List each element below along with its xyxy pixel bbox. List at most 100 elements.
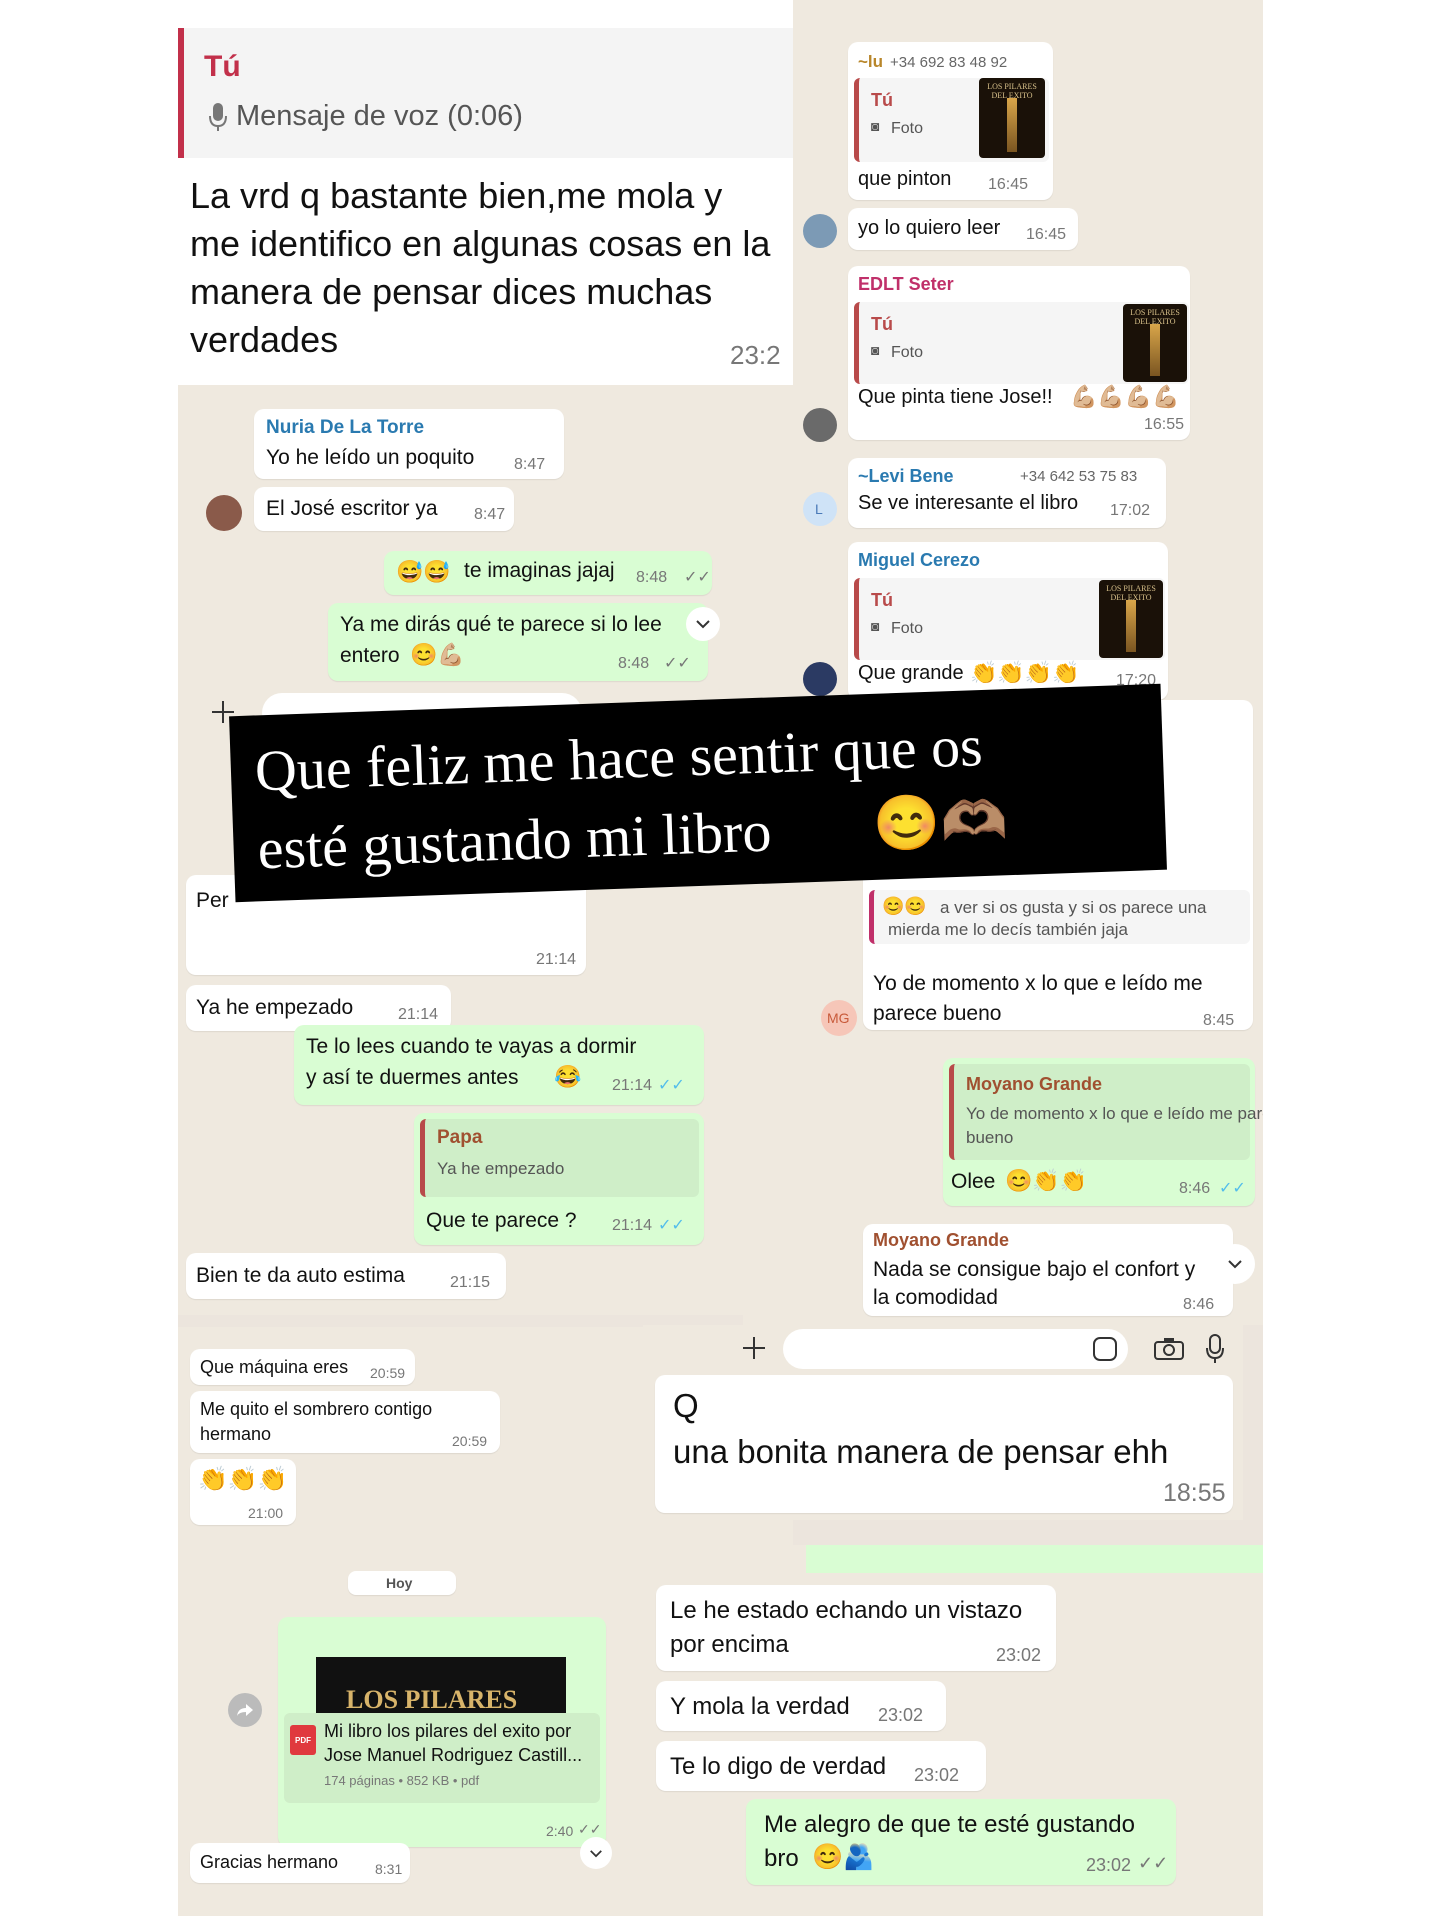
message-bubble[interactable]: ~Levi Bene +34 642 53 75 83 Se ve intere… bbox=[848, 458, 1166, 528]
message-text: Y mola la verdad bbox=[670, 1693, 850, 1720]
plus-icon[interactable] bbox=[739, 1333, 769, 1363]
quote-sender: Tú bbox=[871, 314, 893, 334]
microphone-icon[interactable] bbox=[1203, 1333, 1227, 1365]
message-time: 21:15 bbox=[450, 1274, 491, 1291]
message-text: El José escritor ya bbox=[266, 497, 438, 520]
message-bubble[interactable]: Bien te da auto estima 21:15 bbox=[186, 1253, 506, 1299]
quote-type: Foto bbox=[891, 344, 924, 361]
message-bubble[interactable]: yo lo quiero leer 16:45 bbox=[848, 208, 1078, 250]
book-thumbnail: LOS PILARES DEL EXITO bbox=[1123, 304, 1187, 382]
avatar bbox=[803, 662, 837, 696]
message-text: por encima bbox=[670, 1631, 789, 1658]
message-time: 17:02 bbox=[1110, 502, 1151, 519]
reply-quote: Tú Foto ◙ LOS PILARES DEL EXITO bbox=[854, 302, 1189, 384]
message-text: yo lo quiero leer bbox=[858, 217, 1001, 239]
message-text: parece bueno bbox=[873, 1002, 1002, 1025]
message-bubble[interactable]: 👏👏👏 21:00 bbox=[190, 1459, 296, 1525]
sender-name: EDLT Seter bbox=[858, 274, 954, 294]
read-ticks-icon: ✓✓ bbox=[684, 569, 711, 586]
chevron-down-icon[interactable] bbox=[580, 1837, 612, 1869]
message-bubble[interactable]: Y mola la verdad 23:02 bbox=[656, 1681, 946, 1731]
message-text: y así te duermes antes bbox=[306, 1066, 519, 1089]
reply-quote[interactable]: Tú Mensaje de voz (0:06) bbox=[178, 28, 793, 158]
message-time: 20:59 bbox=[452, 1433, 488, 1449]
message-time: 23:02 bbox=[1086, 1855, 1132, 1875]
read-ticks-icon: ✓✓ bbox=[578, 1821, 602, 1837]
read-ticks-icon: ✓✓ bbox=[658, 1217, 685, 1234]
message-time: 21:14 bbox=[612, 1217, 653, 1234]
message-time: 23:02 bbox=[878, 1705, 924, 1725]
forward-icon[interactable] bbox=[228, 1693, 262, 1727]
right-chat-4: Le he estado echando un vistazo por enci… bbox=[626, 1545, 1263, 1916]
message-bubble[interactable]: Miguel Cerezo Tú Foto ◙ LOS PILARES DEL … bbox=[848, 542, 1168, 700]
avatar bbox=[206, 495, 242, 531]
book-thumbnail: LOS PILARES DEL EXITO bbox=[979, 78, 1045, 158]
message-bubble[interactable]: Nuria De La Torre Yo he leído un poquito… bbox=[254, 409, 564, 479]
sender-name: Nuria De La Torre bbox=[266, 417, 425, 438]
message-bubble[interactable]: Le he estado echando un vistazo por enci… bbox=[656, 1585, 1056, 1671]
message-bubble[interactable]: Que máquina eres 20:59 bbox=[190, 1349, 415, 1385]
message-line: me identifico en algunas cosas en la bbox=[190, 223, 771, 264]
message-bubble[interactable]: Me alegro de que te esté gustando bro 😊🫂… bbox=[746, 1799, 1176, 1885]
message-bubble[interactable]: Me quito el sombrero contigo hermano 20:… bbox=[190, 1391, 500, 1453]
quote-type: Foto bbox=[891, 620, 924, 637]
message-bubble[interactable]: EDLT Seter Tú Foto ◙ LOS PILARES DEL EXI… bbox=[848, 266, 1190, 440]
sender-name: Moyano Grande bbox=[873, 1230, 1010, 1250]
thumbnail-caption: LOS PILARES DEL EXITO bbox=[987, 82, 1037, 100]
reply-quote: Tú Foto ◙ LOS PILARES DEL EXITO bbox=[854, 578, 1165, 660]
camera-icon[interactable] bbox=[1151, 1335, 1187, 1363]
caption-overlay: Que feliz me hace sentir que os esté gus… bbox=[229, 683, 1167, 903]
avatar bbox=[803, 214, 837, 248]
message-bubble[interactable]: Papa Ya he empezado Que te parece ? 21:1… bbox=[414, 1113, 704, 1245]
message-bubble[interactable]: Te lo lees cuando te vayas a dormir y as… bbox=[294, 1025, 704, 1105]
message-text: una bonita manera de pensar ehh bbox=[673, 1433, 1169, 1470]
message-bubble[interactable]: Q una bonita manera de pensar ehh 18:55 bbox=[655, 1375, 1233, 1513]
quote-text: Ya he empezado bbox=[437, 1159, 565, 1178]
message-time: 2:40 bbox=[546, 1823, 574, 1839]
sticker-icon[interactable] bbox=[1093, 1337, 1117, 1361]
emoji: 👏👏👏👏 bbox=[970, 660, 1080, 685]
message-bubble[interactable]: 😅😅 te imaginas jajaj 8:48 ✓✓ bbox=[384, 551, 712, 595]
pdf-badge: PDF bbox=[295, 1735, 311, 1745]
message-bubble[interactable]: Gracias hermano 8:31 bbox=[190, 1843, 410, 1883]
message-time: 16:55 bbox=[1144, 416, 1185, 433]
message-text: Ya he empezado bbox=[196, 996, 354, 1019]
message-time: 23:2 bbox=[730, 340, 781, 370]
message-bubble[interactable]: Ya me dirás qué te parece si lo lee ente… bbox=[328, 603, 708, 681]
chevron-down-icon[interactable] bbox=[1215, 1244, 1255, 1284]
message-time: 8:46 bbox=[1183, 1296, 1215, 1313]
emoji: 😅😅 bbox=[396, 559, 451, 584]
emoji: 👏👏👏 bbox=[198, 1466, 288, 1493]
message-time: 8:48 bbox=[636, 569, 668, 586]
camera-icon: ◙ bbox=[871, 342, 880, 358]
message-bubble[interactable]: El José escritor ya 8:47 bbox=[254, 487, 514, 531]
message-text: te imaginas jajaj bbox=[464, 559, 615, 582]
message-time: 8:31 bbox=[375, 1861, 403, 1877]
message-text: Yo de momento x lo que e leído me bbox=[873, 972, 1203, 995]
message-text: Per bbox=[196, 889, 229, 912]
message-bubble[interactable]: Moyano Grande Yo de momento x lo que e l… bbox=[943, 1058, 1263, 1206]
document-bubble[interactable]: LOS PILARES PDF Mi libro los pilares del… bbox=[278, 1617, 606, 1847]
message-input[interactable] bbox=[783, 1329, 1128, 1369]
emoji: 😊💪🏼 bbox=[410, 642, 465, 667]
reply-quote: Papa Ya he empezado bbox=[420, 1119, 699, 1197]
emoji: 😊👏👏 bbox=[1005, 1168, 1088, 1193]
chevron-down-icon[interactable] bbox=[686, 607, 720, 641]
quote-text: mierda me lo decís también jaja bbox=[888, 920, 1129, 939]
quote-sender: Moyano Grande bbox=[966, 1074, 1103, 1094]
top-left-panel: Tú Mensaje de voz (0:06) La vrd q bastan… bbox=[178, 0, 793, 385]
sender-phone: +34 642 53 75 83 bbox=[1020, 468, 1138, 485]
message-text: entero bbox=[340, 644, 400, 667]
collage-canvas: Tú Mensaje de voz (0:06) La vrd q bastan… bbox=[178, 0, 1263, 1916]
quote-sender: Tú bbox=[871, 590, 893, 610]
message-bubble[interactable]: Te lo digo de verdad 23:02 bbox=[656, 1741, 986, 1791]
reply-quote: Moyano Grande Yo de momento x lo que e l… bbox=[949, 1064, 1263, 1160]
green-strip bbox=[806, 1545, 1263, 1573]
message-text: Que pinta tiene Jose!! bbox=[858, 386, 1053, 408]
message-bubble[interactable]: ~lu +34 692 83 48 92 Tú Foto ◙ LOS PILAR… bbox=[848, 42, 1053, 200]
message-time: 8:46 bbox=[1179, 1180, 1211, 1197]
thumbnail-caption: LOS PILARES DEL EXITO bbox=[1106, 584, 1156, 602]
message-time: 23:02 bbox=[996, 1645, 1042, 1665]
message-bubble[interactable]: Moyano Grande Nada se consigue bajo el c… bbox=[863, 1224, 1233, 1316]
message-time: 16:45 bbox=[1026, 226, 1067, 243]
